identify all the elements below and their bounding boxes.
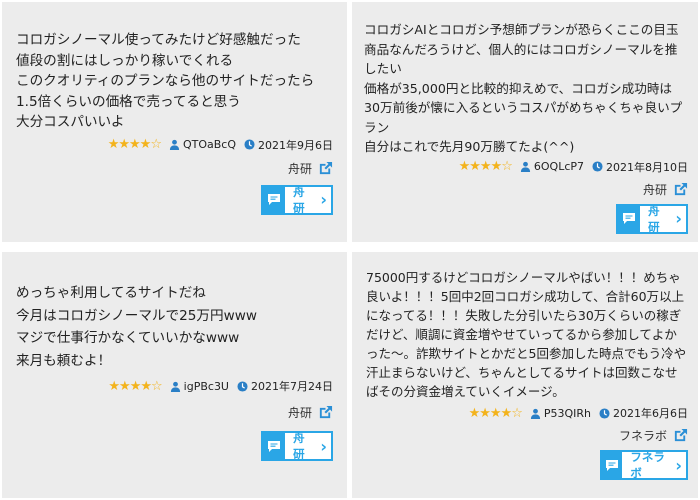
site-button-label: フネラボ [630,450,665,480]
site-button-label: 舟研 [293,431,305,461]
review-text: コロガシAIとコロガシ予想師プランが恐らくここの目玉商品なんだろうけど、個人的に… [364,22,683,154]
date-text: 2021年8月10日 [606,160,688,174]
review-text: コロガシノーマル使ってみたけど好感触だった 値段の割にはしっかり稼いでくれる こ… [16,32,315,130]
comment-icon [263,186,286,213]
review-user: 6OQLcP7 [520,160,584,173]
source-name[interactable]: 舟研 [643,181,667,198]
review-date: 2021年9月6日 [244,137,333,153]
site-button[interactable]: 舟研 › [261,431,333,461]
user-id: igPBc3U [183,379,229,393]
clock-icon [237,380,248,392]
clock-icon [592,161,603,172]
review-card: コロガシAIとコロガシ予想師プランが恐らくここの目玉商品なんだろうけど、個人的に… [352,2,698,242]
site-button-label: 舟研 [648,203,660,234]
review-card: 75000円するけどコロガシノーマルやばい！！！めちゃ良いよ！！！5回中2回コロ… [352,252,698,498]
external-link-icon [319,405,333,419]
star-rating: ★★★★☆ [107,137,162,152]
source-name[interactable]: フネラボ [619,427,667,444]
source-name[interactable]: 舟研 [288,160,312,177]
site-button[interactable]: フネラボ › [600,450,688,480]
review-meta: ★★★★☆ 6OQLcP7 2021年8月10日 [364,159,688,175]
user-id: P53QIRh [543,406,591,420]
site-button[interactable]: 舟研 › [616,203,688,234]
date-text: 2021年7月24日 [251,380,333,393]
external-link-icon [319,161,333,174]
user-icon [520,161,530,172]
review-meta: ★★★★☆ P53QIRh 2021年6月6日 [366,405,688,421]
clock-icon [599,407,610,419]
source-name[interactable]: 舟研 [288,404,312,421]
review-user: QTOaBcQ [169,138,236,151]
review-text: めっちゃ利用してるサイトだね 今月はコロガシノーマルで25万円www マジで仕事… [16,285,257,369]
source-link[interactable]: 舟研 [16,160,333,177]
review-card: めっちゃ利用してるサイトだね 今月はコロガシノーマルで25万円www マジで仕事… [2,252,347,498]
comment-icon [618,205,641,232]
user-id: QTOaBcQ [182,138,236,151]
star-rating: ★★★★☆ [468,405,523,421]
star-rating: ★★★★☆ [458,159,513,174]
review-user: igPBc3U [170,380,229,393]
chevron-right-icon: › [675,455,682,475]
external-link-icon [674,428,688,442]
star-rating: ★★★★☆ [108,378,162,394]
chevron-right-icon: › [675,209,682,228]
user-icon [169,139,180,150]
review-user: P53QIRh [530,407,591,420]
review-meta: ★★★★☆ igPBc3U 2021年7月24日 [16,378,333,394]
source-link[interactable]: フネラボ [366,427,688,444]
review-meta: ★★★★☆ QTOaBcQ 2021年9月6日 [16,137,333,153]
comment-icon [263,433,286,459]
review-text: 75000円するけどコロガシノーマルやばい！！！めちゃ良いよ！！！5回中2回コロ… [366,270,687,399]
external-link-icon [674,182,688,195]
source-link[interactable]: 舟研 [364,181,688,198]
review-date: 2021年6月6日 [599,405,688,421]
review-date: 2021年7月24日 [237,378,333,394]
comment-icon [602,452,623,478]
date-text: 2021年6月6日 [613,407,688,420]
site-button[interactable]: 舟研 › [261,184,333,215]
chevron-right-icon: › [320,190,327,209]
user-icon [170,381,180,392]
review-date: 2021年8月10日 [592,159,688,175]
review-card: コロガシノーマル使ってみたけど好感触だった 値段の割にはしっかり稼いでくれる こ… [2,2,347,242]
site-button-label: 舟研 [293,184,305,215]
source-link[interactable]: 舟研 [16,404,333,421]
user-id: 6OQLcP7 [533,160,584,173]
clock-icon [244,139,255,150]
chevron-right-icon: › [320,436,327,456]
user-icon [530,408,540,419]
date-text: 2021年9月6日 [258,138,333,152]
